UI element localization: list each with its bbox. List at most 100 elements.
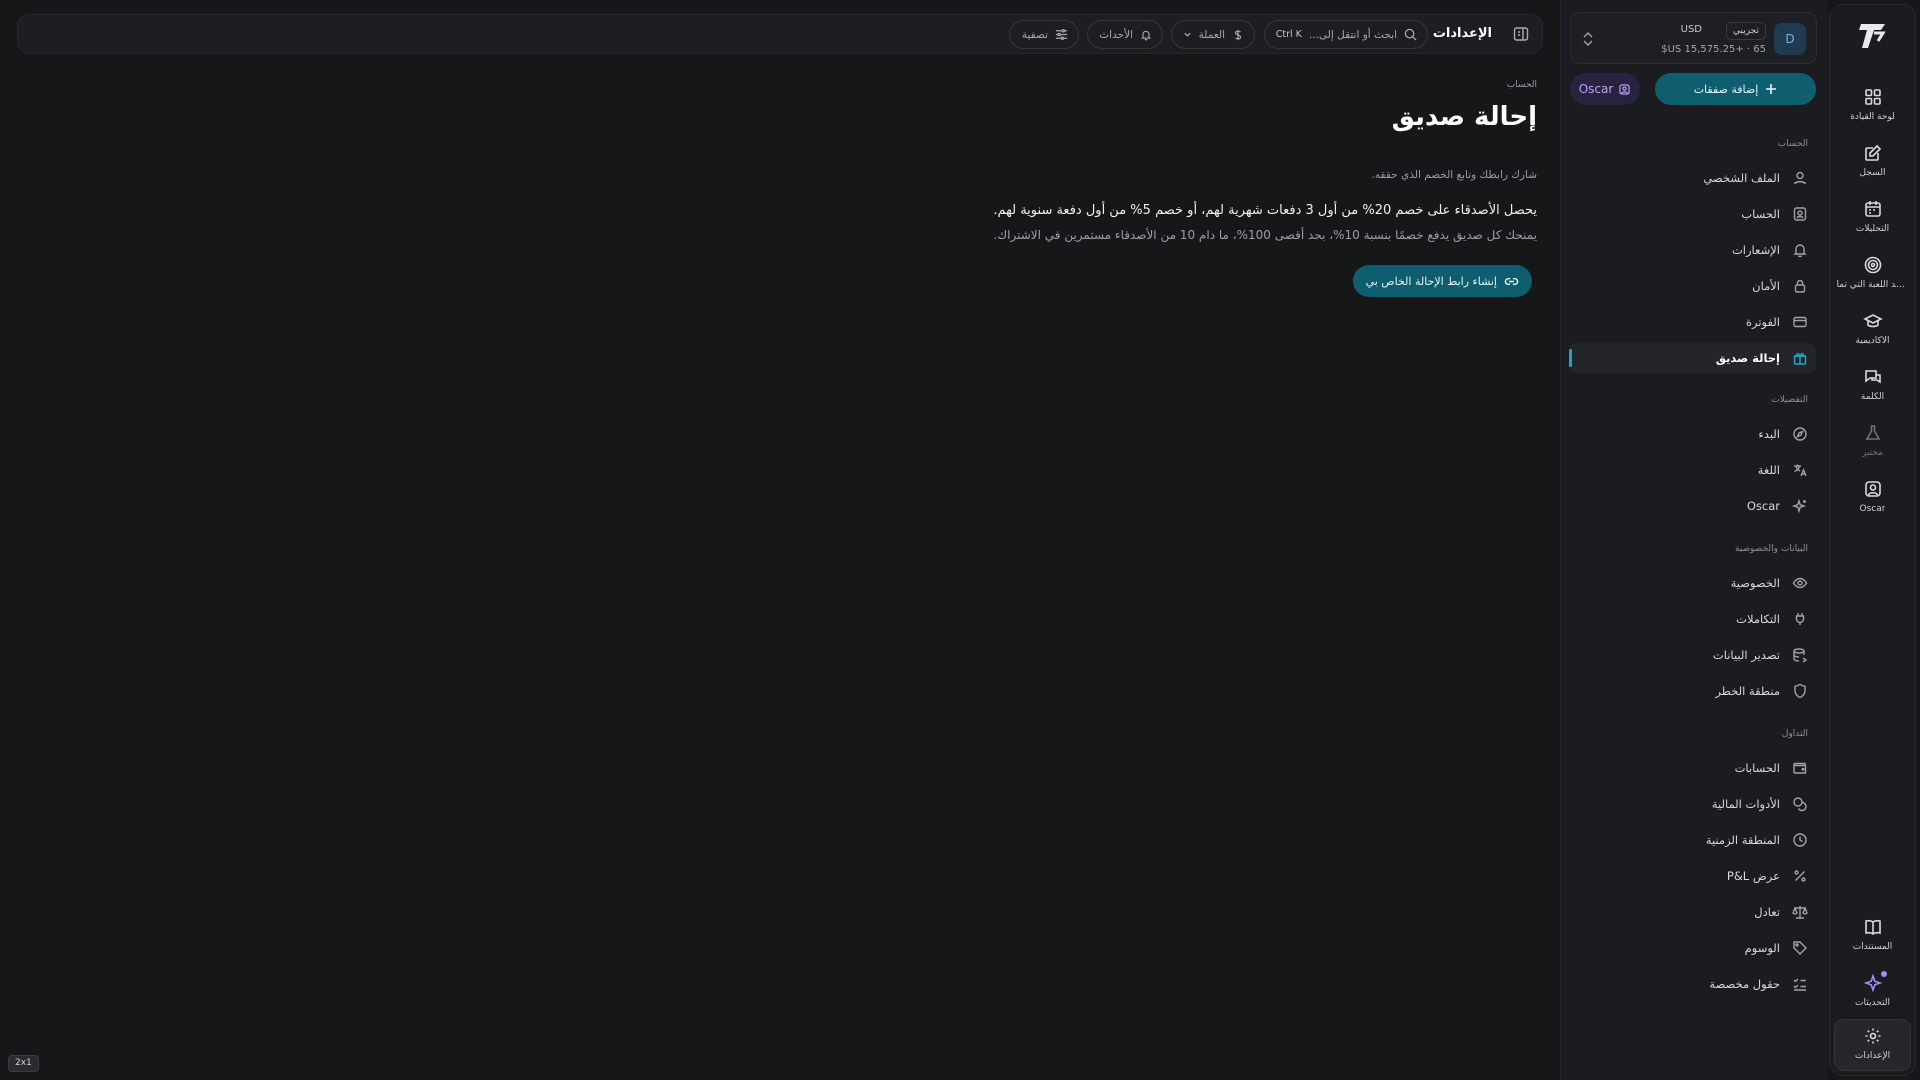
- currency-select[interactable]: العملة: [1171, 20, 1255, 49]
- search-input[interactable]: ابحث أو انتقل إلى... Ctrl K: [1264, 20, 1428, 49]
- nav-label: الأمان: [1752, 279, 1780, 293]
- rail-item-journal[interactable]: السجل: [1834, 137, 1911, 191]
- rail-label: الأكاديمية: [1855, 336, 1890, 346]
- nav-item-oscar[interactable]: Oscar: [1569, 491, 1816, 521]
- page-subtitle: شارك رابطك وتابع الخصم الذي حققه.: [1371, 169, 1537, 181]
- nav-item-privacy[interactable]: الخصوصية: [1569, 568, 1816, 598]
- calendar-icon: [1864, 201, 1881, 217]
- breadcrumb[interactable]: الحساب: [1507, 80, 1537, 90]
- nav-label: البدء: [1758, 427, 1780, 441]
- sidebar-toggle-icon[interactable]: [1512, 25, 1530, 43]
- nav-label: الحساب: [1741, 207, 1780, 221]
- tag-icon: [1793, 941, 1807, 955]
- rail-label: المستندات: [1852, 942, 1893, 952]
- translate-icon: [1794, 464, 1807, 477]
- section-title-trading: التداول: [1781, 729, 1808, 739]
- dashboard-icon: [1864, 89, 1881, 105]
- nav-label: التكاملات: [1736, 612, 1780, 626]
- rail-item-updates[interactable]: التحديثات: [1834, 967, 1911, 1021]
- nav-item-export-data[interactable]: تصدير البيانات: [1569, 640, 1816, 670]
- nav-label: تعادل: [1754, 905, 1780, 919]
- rail-label: Oscar: [1859, 504, 1886, 514]
- nav-item-tags[interactable]: الوسوم: [1569, 933, 1816, 963]
- oscar-label: Oscar: [1578, 82, 1614, 96]
- filter-sliders-icon: [1055, 29, 1068, 40]
- nav-label: الخصوصية: [1730, 576, 1780, 590]
- nav-item-integrations[interactable]: التكاملات: [1569, 604, 1816, 634]
- rail-item-settings[interactable]: الإعدادات: [1834, 1019, 1911, 1071]
- id-card-icon: [1793, 207, 1807, 221]
- chevron-up-down-icon: [1583, 31, 1593, 47]
- dollar-icon: [1234, 29, 1242, 40]
- sparkles-icon: [1792, 498, 1807, 514]
- rail-item-dashboard[interactable]: لوحة القيادة: [1834, 81, 1911, 135]
- avatar: D: [1774, 23, 1806, 55]
- rail-item-playbook[interactable]: قواعد اللعبة التي تما...: [1834, 249, 1911, 303]
- database-export-icon: [1793, 648, 1808, 663]
- book-icon: [1864, 919, 1881, 935]
- nav-label: Oscar: [1746, 499, 1780, 513]
- events-button[interactable]: الأحداث: [1087, 20, 1163, 49]
- events-label: الأحداث: [1099, 28, 1133, 41]
- nav-item-accounts[interactable]: الحسابات: [1569, 753, 1816, 783]
- section-title-preferences: التفضيلات: [1771, 395, 1808, 405]
- flask-icon: [1865, 425, 1880, 440]
- nav-item-refer-friend[interactable]: إحالة صديق: [1569, 343, 1816, 373]
- bell-icon: [1140, 30, 1152, 40]
- filter-button[interactable]: تصفية: [1009, 20, 1079, 49]
- nav-item-custom-fields[interactable]: حقول مخصصة: [1569, 969, 1816, 999]
- page-title: إحالة صديق: [1391, 102, 1537, 132]
- nav-item-getting-started[interactable]: البدء: [1569, 419, 1816, 449]
- nav-item-notifications[interactable]: الإشعارات: [1569, 235, 1816, 265]
- plug-icon: [1795, 613, 1805, 625]
- rail-item-chat[interactable]: الكلمة: [1834, 361, 1911, 415]
- account-currency: USD: [1680, 24, 1702, 35]
- section-title-account: الحساب: [1777, 139, 1808, 149]
- clock-icon: [1793, 833, 1807, 847]
- nav-item-language[interactable]: اللغة: [1569, 455, 1816, 485]
- rail-item-docs[interactable]: المستندات: [1834, 911, 1911, 965]
- compass-icon: [1793, 427, 1807, 441]
- nav-item-breakeven[interactable]: تعادل: [1569, 897, 1816, 927]
- journal-icon: [1864, 144, 1881, 161]
- nav-label: الملف الشخصي: [1703, 171, 1780, 185]
- credit-card-icon: [1793, 316, 1807, 328]
- nav-label: الحسابات: [1734, 761, 1780, 775]
- nav-item-account[interactable]: الحساب: [1569, 199, 1816, 229]
- add-trades-button[interactable]: إضافة صفقات: [1655, 73, 1816, 105]
- rail-item-oscar[interactable]: Oscar: [1834, 473, 1911, 527]
- referral-friend-benefit: يحصل الأصدقاء على خصم 20% من أول 3 دفعات…: [993, 203, 1537, 218]
- nav-item-timezone[interactable]: المنطقة الزمنية: [1569, 825, 1816, 855]
- oscar-icon: [1864, 481, 1881, 497]
- oscar-button[interactable]: Oscar: [1570, 73, 1640, 105]
- nav-item-security[interactable]: الأمان: [1569, 271, 1816, 301]
- rail-label: لوحة القيادة: [1850, 112, 1895, 122]
- nav-label: إحالة صديق: [1715, 351, 1780, 365]
- nav-label: الأدوات المالية: [1711, 797, 1780, 811]
- rail-item-analytics[interactable]: التحليلات: [1834, 193, 1911, 247]
- user-icon: [1793, 171, 1807, 185]
- graduation-cap-icon: [1862, 314, 1883, 328]
- scale-icon: [1792, 906, 1808, 919]
- list-checks-icon: [1793, 978, 1806, 991]
- nav-item-instruments[interactable]: الأدوات المالية: [1569, 789, 1816, 819]
- nav-label: المنطقة الزمنية: [1705, 833, 1780, 847]
- percent-icon: [1794, 870, 1806, 882]
- coins-icon: [1793, 797, 1807, 812]
- notification-dot: [1881, 971, 1887, 977]
- ratio-badge: 2x1: [8, 1055, 39, 1072]
- rail-item-lab[interactable]: مختبر: [1834, 417, 1911, 471]
- account-switcher[interactable]: D تجريبي USD $US 15,575.25+ · 65: [1570, 12, 1817, 64]
- nav-item-billing[interactable]: الفوترة: [1569, 307, 1816, 337]
- plus-icon: [1766, 84, 1777, 94]
- nav-item-danger-zone[interactable]: منطقة الخطر: [1569, 676, 1816, 706]
- demo-badge: تجريبي: [1725, 22, 1766, 40]
- nav-item-profile[interactable]: الملف الشخصي: [1569, 163, 1816, 193]
- app-logo-icon[interactable]: [1856, 19, 1890, 53]
- nav-label: الإشعارات: [1731, 243, 1780, 257]
- nav-label: الفوترة: [1745, 315, 1780, 329]
- rail-item-academy[interactable]: الأكاديمية: [1834, 305, 1911, 359]
- create-referral-link-button[interactable]: إنشاء رابط الإحالة الخاص بي: [1352, 265, 1532, 297]
- nav-item-pnl-display[interactable]: عرض P&L: [1569, 861, 1816, 891]
- rail-label: الكلمة: [1860, 392, 1885, 402]
